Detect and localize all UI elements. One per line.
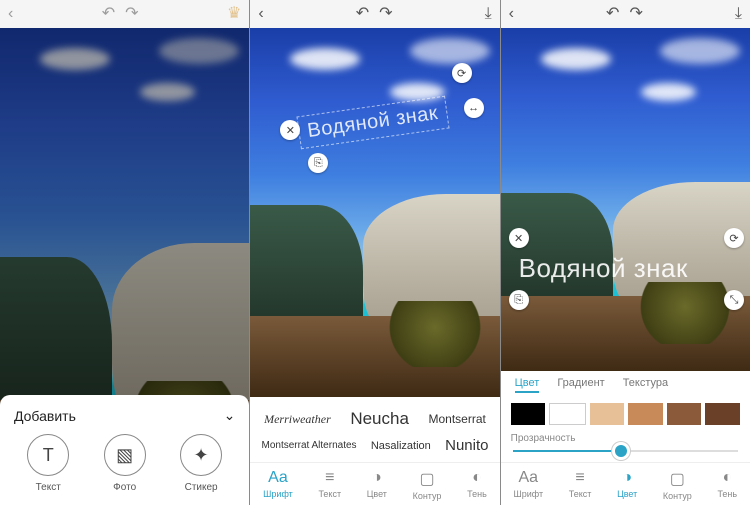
shadow-icon: ◐ — [722, 469, 732, 487]
tab-text[interactable]: ≡Текст — [318, 469, 341, 501]
color-tab-texture[interactable]: Текстура — [623, 377, 668, 393]
tab-shadow[interactable]: ◐Тень — [717, 469, 737, 501]
text-align-icon: ≡ — [575, 469, 584, 487]
collapse-icon[interactable]: ⌄ — [224, 407, 236, 424]
add-photo-button[interactable]: ▧ Фото — [104, 434, 146, 493]
redo-icon[interactable]: ↷ — [379, 6, 392, 22]
resize-handle[interactable]: ⤡ — [724, 290, 744, 310]
delete-handle[interactable]: ✕ — [509, 228, 529, 248]
copy-handle[interactable]: ⎘ — [509, 290, 529, 310]
rotate-handle[interactable]: ⟳ — [452, 63, 472, 83]
tabbar: AaШрифт ≡Текст ◑Цвет ▢Контур ◐Тень — [501, 462, 750, 505]
back-icon[interactable]: ‹ — [258, 6, 263, 22]
undo-icon[interactable]: ↶ — [356, 6, 369, 22]
outline-icon: ▢ — [419, 469, 434, 489]
add-sticker-button[interactable]: ✦ Стикер — [180, 434, 222, 493]
color-swatch[interactable] — [590, 403, 625, 425]
back-icon[interactable]: ‹ — [509, 6, 514, 22]
photo-icon: ▧ — [116, 445, 133, 466]
tab-color[interactable]: ◑Цвет — [617, 469, 637, 501]
redo-icon[interactable]: ↷ — [629, 6, 642, 22]
font-icon: Aa — [268, 469, 288, 487]
topbar: ‹ ↶ ↷ ♛ — [0, 0, 249, 28]
color-swatch[interactable] — [511, 403, 546, 425]
shadow-icon: ◐ — [472, 469, 482, 487]
watermark-text[interactable]: Водяной знак — [519, 253, 688, 284]
sheet-title: Добавить — [14, 408, 76, 424]
opacity-label: Прозрачность — [511, 433, 740, 444]
image-canvas[interactable]: Водяной знак ⟳ ✕ ↔ ⎘ — [250, 28, 499, 397]
tab-shadow[interactable]: ◐Тень — [467, 469, 487, 501]
rotate-handle[interactable]: ⟳ — [724, 228, 744, 248]
tab-text[interactable]: ≡Текст — [569, 469, 592, 501]
add-text-label: Текст — [36, 482, 61, 493]
redo-icon[interactable]: ↷ — [125, 6, 138, 22]
tab-font[interactable]: AaШрифт — [263, 469, 293, 501]
add-photo-label: Фото — [113, 482, 136, 493]
swatch-row — [511, 403, 740, 425]
color-panel: Цвет Градиент Текстура Прозрачность — [501, 371, 750, 462]
screen-font: ‹ ↶ ↷ ⤓ Водяной знак ⟳ ✕ ↔ ⎘ Merriweathe… — [250, 0, 499, 505]
topbar: ‹ ↶ ↷ ⤓ — [250, 0, 499, 28]
text-align-icon: ≡ — [325, 469, 334, 487]
color-swatch[interactable] — [628, 403, 663, 425]
tabbar: AaШрифт ≡Текст ◑Цвет ▢Контур ◐Тень — [250, 462, 499, 505]
text-icon: T — [43, 445, 54, 466]
add-sticker-label: Стикер — [185, 482, 218, 493]
font-option[interactable]: Merriweather — [264, 412, 331, 427]
font-option-selected[interactable]: Neucha — [350, 409, 409, 429]
screen-color: ‹ ↶ ↷ ⤓ Водяной знак ✕ ⟳ ⎘ ⤡ Цвет Градие… — [501, 0, 750, 505]
tab-outline[interactable]: ▢Контур — [663, 469, 692, 501]
tab-font[interactable]: AaШрифт — [513, 469, 543, 501]
topbar: ‹ ↶ ↷ ⤓ — [501, 0, 750, 28]
tab-color[interactable]: ◑Цвет — [367, 469, 387, 501]
image-canvas[interactable]: Водяной знак ✕ ⟳ ⎘ ⤡ — [501, 28, 750, 371]
add-sheet: Добавить ⌄ T Текст ▧ Фото ✦ Стикер — [0, 395, 249, 505]
screen-add: ‹ ↶ ↷ ♛ Добавить ⌄ T Текст ▧ Фото ✦ Стик… — [0, 0, 249, 505]
undo-icon[interactable]: ↶ — [606, 6, 619, 22]
crown-icon[interactable]: ♛ — [227, 6, 241, 22]
download-icon[interactable]: ⤓ — [735, 6, 742, 22]
color-swatch[interactable] — [667, 403, 702, 425]
font-icon: Aa — [519, 469, 539, 487]
back-icon[interactable]: ‹ — [8, 6, 13, 22]
color-swatch[interactable] — [705, 403, 740, 425]
add-text-button[interactable]: T Текст — [27, 434, 69, 493]
font-panel: Merriweather Neucha Montserrat Montserra… — [250, 397, 499, 462]
font-option[interactable]: Montserrat Alternates — [261, 440, 356, 451]
outline-icon: ▢ — [670, 469, 685, 489]
color-icon: ◑ — [622, 469, 632, 487]
color-tab-gradient[interactable]: Градиент — [557, 377, 604, 393]
color-tab-color[interactable]: Цвет — [515, 377, 540, 393]
font-option[interactable]: Nunito — [445, 437, 488, 454]
resize-handle[interactable]: ↔ — [464, 98, 484, 118]
undo-icon[interactable]: ↶ — [102, 6, 115, 22]
font-option[interactable]: Nasalization — [371, 440, 431, 452]
color-icon: ◑ — [372, 469, 382, 487]
color-swatch[interactable] — [549, 403, 586, 425]
font-option[interactable]: Montserrat — [429, 412, 486, 426]
sticker-icon: ✦ — [194, 445, 209, 466]
tab-outline[interactable]: ▢Контур — [413, 469, 442, 501]
download-icon[interactable]: ⤓ — [485, 6, 492, 22]
opacity-slider[interactable] — [513, 450, 738, 452]
